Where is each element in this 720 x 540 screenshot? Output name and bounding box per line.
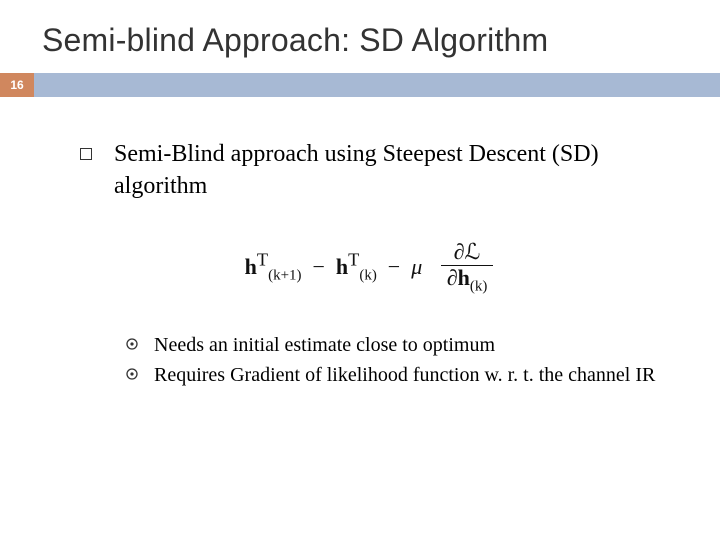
bullet-text: Semi-Blind approach using Steepest Desce…: [114, 139, 660, 202]
formula-h2: h: [336, 254, 348, 279]
sub-bullet-item: Needs an initial estimate close to optim…: [126, 332, 660, 358]
sub-bullet-text: Needs an initial estimate close to optim…: [154, 332, 495, 358]
formula: hT(k+1) − hT(k) − μ ∂ℒ ∂h(k): [80, 242, 660, 296]
formula-mu: μ: [411, 254, 422, 279]
sub-bullet-list: Needs an initial estimate close to optim…: [126, 332, 660, 388]
sub-bullet-text: Requires Gradient of likelihood function…: [154, 362, 655, 388]
circle-dot-bullet-icon: [126, 338, 138, 350]
formula-h2-sup: T: [348, 250, 359, 270]
square-bullet-icon: [80, 148, 92, 160]
bullet-item: Semi-Blind approach using Steepest Desce…: [80, 139, 660, 202]
slide-body: Semi-Blind approach using Steepest Desce…: [0, 97, 720, 388]
formula-h1: h: [245, 254, 257, 279]
formula-h1-sub: (k+1): [268, 268, 301, 284]
formula-fraction: ∂ℒ ∂h(k): [441, 240, 494, 294]
accent-fill: [34, 73, 720, 97]
sub-bullet-item: Requires Gradient of likelihood function…: [126, 362, 660, 388]
formula-h1-sup: T: [257, 250, 268, 270]
accent-bar: 16: [0, 73, 720, 97]
formula-denominator: ∂h(k): [441, 266, 494, 295]
formula-h2-sub: (k): [359, 268, 376, 284]
slide-title: Semi-blind Approach: SD Algorithm: [0, 0, 720, 73]
slide: Semi-blind Approach: SD Algorithm 16 Sem…: [0, 0, 720, 540]
page-number: 16: [0, 73, 34, 97]
formula-numerator: ∂ℒ: [441, 240, 494, 265]
circle-dot-bullet-icon: [126, 368, 138, 380]
